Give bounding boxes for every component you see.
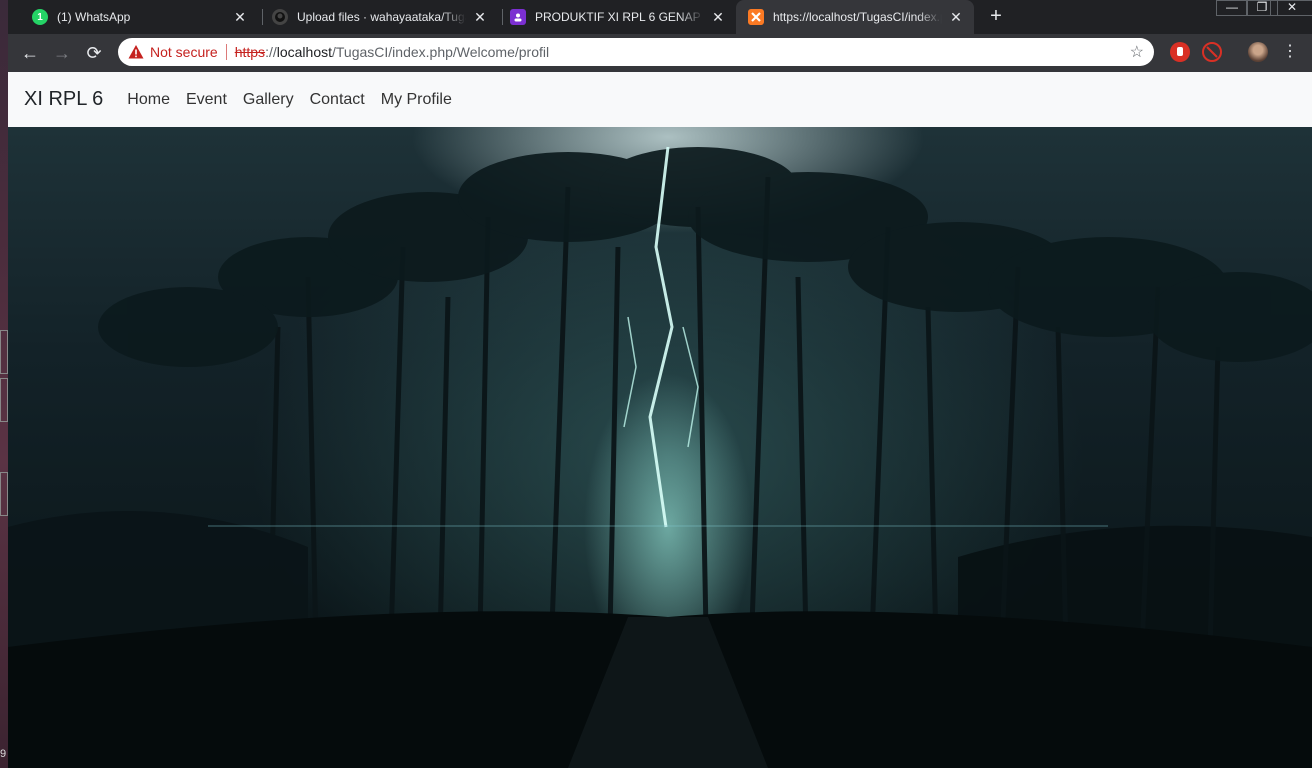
close-tab-icon[interactable]: ✕	[710, 9, 726, 26]
address-bar[interactable]: Not secure https :// localhost /TugasCI/…	[118, 38, 1154, 66]
site-navbar: XI RPL 6 Home Event Gallery Contact My P…	[8, 72, 1312, 127]
forward-button[interactable]: →	[48, 39, 76, 67]
tab-github[interactable]: Upload files · wahayaataka/Tugas ✕	[260, 0, 498, 34]
close-window-button[interactable]: ✕	[1270, 0, 1312, 16]
forest-silhouette-image	[8, 146, 1312, 768]
bookmark-star-icon[interactable]: ☆	[1130, 42, 1144, 62]
tab-classroom[interactable]: PRODUKTIF XI RPL 6 GENAP 1819 ✕	[498, 0, 736, 34]
xampp-icon	[748, 9, 764, 25]
nav-link-event[interactable]: Event	[178, 91, 235, 109]
url-host: localhost	[276, 44, 332, 60]
forest-lightning-background	[8, 127, 1312, 768]
back-button[interactable]: ←	[16, 39, 44, 67]
profile-avatar[interactable]	[1248, 42, 1268, 62]
url-separator: ://	[265, 44, 277, 60]
desktop-edge: 9	[0, 0, 8, 768]
nav-link-home[interactable]: Home	[119, 91, 178, 109]
classroom-icon	[510, 9, 526, 25]
adblock-extension-icon[interactable]	[1170, 42, 1190, 62]
tab-title: (1) WhatsApp	[57, 10, 131, 24]
browser-menu-icon[interactable]: ⋮	[1282, 42, 1298, 62]
tab-localhost[interactable]: https://localhost/TugasCI/index.p ✕	[736, 0, 974, 34]
whatsapp-icon: 1	[32, 9, 48, 25]
tab-strip: 1 (1) WhatsApp ✕ Upload files · wahayaat…	[8, 0, 1312, 34]
nav-link-gallery[interactable]: Gallery	[235, 91, 302, 109]
warning-icon	[128, 45, 144, 59]
nav-link-contact[interactable]: Contact	[302, 91, 373, 109]
tab-title: Upload files · wahayaataka/Tugas	[297, 10, 466, 24]
tab-whatsapp[interactable]: 1 (1) WhatsApp ✕	[20, 0, 258, 34]
reload-button[interactable]: ⟳	[80, 39, 108, 67]
close-tab-icon[interactable]: ✕	[948, 9, 964, 26]
security-label[interactable]: Not secure	[150, 44, 218, 60]
desktop-clock-fragment: 9	[0, 748, 7, 760]
close-tab-icon[interactable]: ✕	[232, 9, 248, 26]
tab-title: PRODUKTIF XI RPL 6 GENAP 1819	[535, 10, 704, 24]
blocker-extension-icon[interactable]	[1202, 42, 1222, 62]
tab-title: https://localhost/TugasCI/index.p	[773, 10, 942, 24]
browser-toolbar: ← → ⟳ Not secure https :// localhost /Tu…	[8, 34, 1312, 72]
navbar-brand[interactable]: XI RPL 6	[24, 88, 103, 111]
address-divider	[225, 44, 227, 60]
url-scheme: https	[234, 44, 266, 60]
close-tab-icon[interactable]: ✕	[472, 9, 488, 26]
new-tab-button[interactable]: +	[984, 4, 1008, 28]
github-icon	[272, 9, 288, 25]
nav-link-my-profile[interactable]: My Profile	[373, 91, 460, 109]
url-path: /TugasCI/index.php/Welcome/profil	[332, 44, 550, 60]
minimize-button[interactable]: —	[1216, 0, 1248, 16]
